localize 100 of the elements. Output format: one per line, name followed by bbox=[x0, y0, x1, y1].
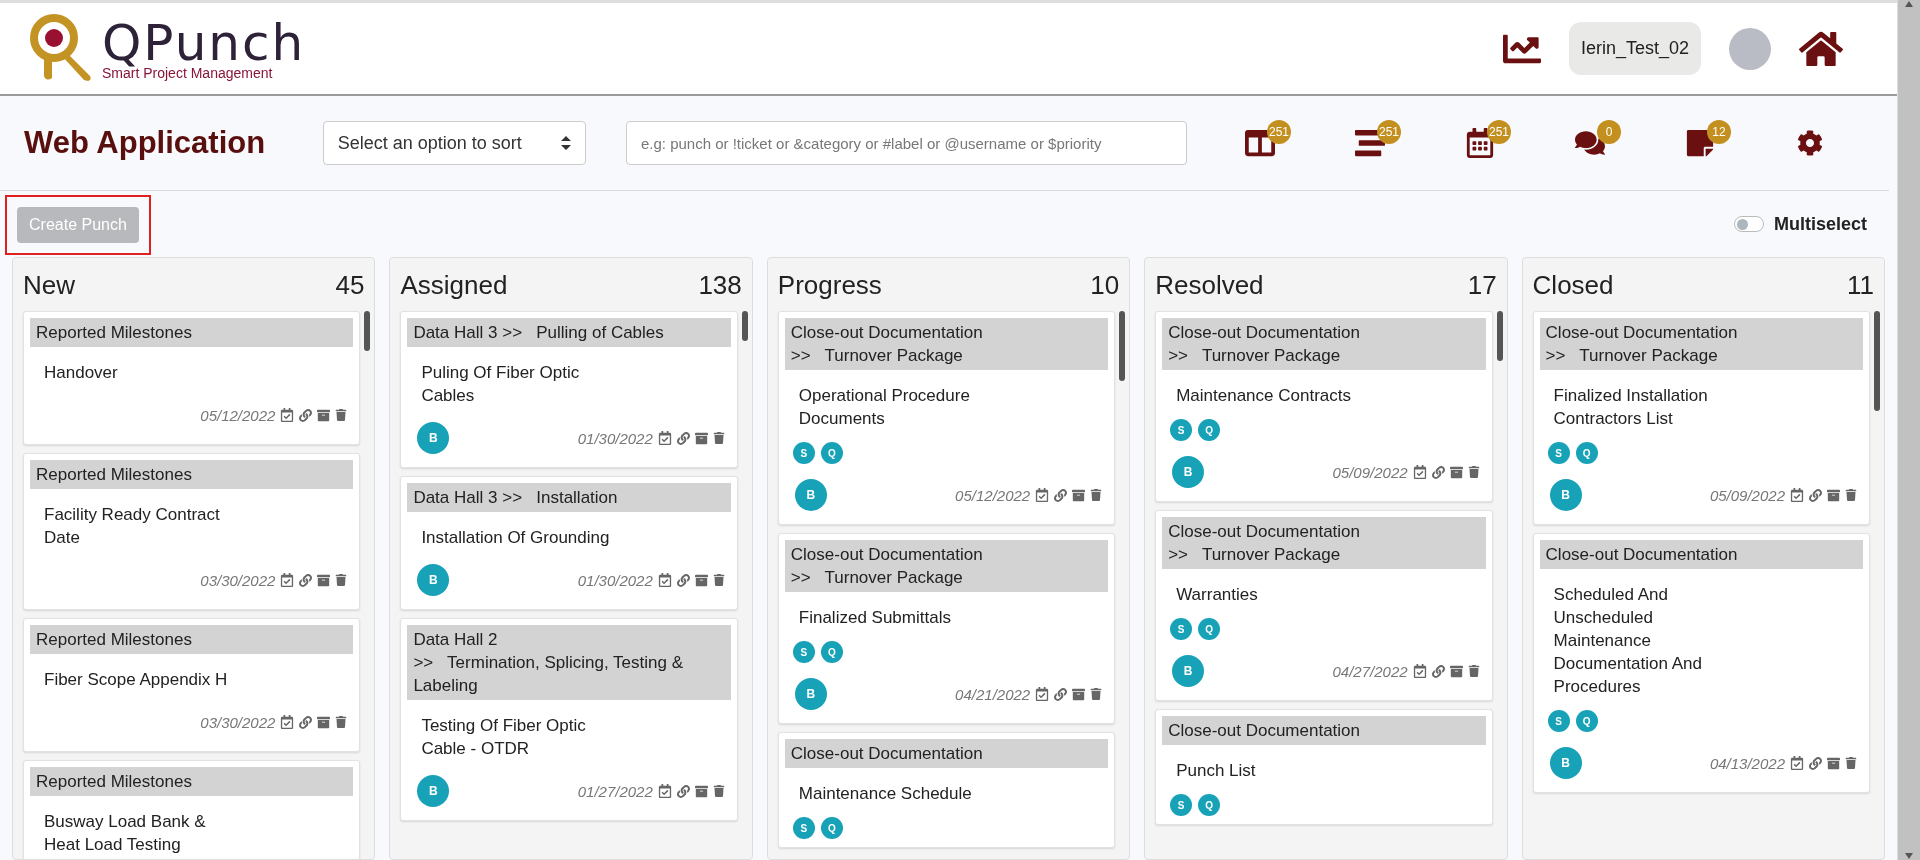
scrollbar-thumb[interactable] bbox=[1874, 311, 1880, 411]
link-icon[interactable] bbox=[1431, 465, 1445, 479]
link-icon[interactable] bbox=[676, 784, 690, 798]
link-icon[interactable] bbox=[299, 408, 313, 422]
link-icon[interactable] bbox=[1054, 488, 1068, 502]
punch-card[interactable]: Reported Milestones Handover 05/12/2022 bbox=[23, 311, 361, 445]
punch-card[interactable]: Data Hall 3 >> Pulling of Cables Puling Of Fiber Optic Cables B 01/30/2022 bbox=[400, 311, 738, 468]
link-icon[interactable] bbox=[299, 573, 313, 587]
assignee-avatar: B bbox=[794, 479, 827, 511]
punch-card[interactable]: Close-out Documentation >> Turnover Package Finalized Installation Contractors List S Q B 05/09/2022 bbox=[1532, 311, 1870, 525]
tag-avatar: Q bbox=[820, 442, 843, 464]
delete-icon[interactable] bbox=[1467, 665, 1480, 677]
multiselect-switch[interactable] bbox=[1733, 216, 1764, 232]
card-title: Busway Load Bank & Heat Load Testing bbox=[43, 811, 207, 856]
calendar-check-icon[interactable] bbox=[657, 573, 672, 587]
card-category: Close-out Documentation >> Turnover Package bbox=[784, 540, 1109, 592]
due-date: 01/30/2022 bbox=[577, 429, 653, 447]
assignee-avatar: B bbox=[1172, 655, 1205, 687]
archive-icon[interactable] bbox=[317, 715, 331, 729]
archive-icon[interactable] bbox=[694, 784, 708, 798]
delete-icon[interactable] bbox=[712, 785, 725, 797]
card-title: Fiber Scope Appendix H bbox=[43, 669, 229, 691]
archive-icon[interactable] bbox=[694, 573, 708, 587]
calendar-check-icon[interactable] bbox=[657, 431, 672, 445]
punch-card[interactable]: Close-out Documentation Scheduled And Unscheduled Maintenance Documentation And Procedures S Q B 04/13/2022 bbox=[1532, 533, 1870, 793]
punch-card[interactable]: Reported Milestones Busway Load Bank & Heat Load Testing bbox=[23, 760, 361, 859]
archive-icon[interactable] bbox=[317, 408, 331, 422]
delete-icon[interactable] bbox=[712, 574, 725, 586]
archive-icon[interactable] bbox=[1072, 488, 1086, 502]
archive-icon[interactable] bbox=[1827, 756, 1840, 770]
calendar-check-icon[interactable] bbox=[1412, 664, 1427, 678]
archive-icon[interactable] bbox=[1449, 664, 1463, 678]
tag-avatar: Q bbox=[1198, 419, 1221, 441]
calendar-check-icon[interactable] bbox=[280, 715, 295, 729]
link-icon[interactable] bbox=[1809, 488, 1822, 502]
scrollbar-thumb[interactable] bbox=[1119, 311, 1126, 381]
card-category: Reported Milestones bbox=[30, 767, 354, 796]
column-title: Resolved bbox=[1155, 270, 1264, 301]
archive-icon[interactable] bbox=[1072, 687, 1086, 701]
link-icon[interactable] bbox=[1809, 756, 1822, 770]
archive-icon[interactable] bbox=[1827, 488, 1840, 502]
calendar-check-icon[interactable] bbox=[280, 573, 295, 587]
punch-card[interactable]: Data Hall 3 >> Installation Installation Of Grounding B 01/30/2022 bbox=[400, 476, 738, 610]
username-chip[interactable]: Ierin_Test_02 bbox=[1568, 22, 1701, 75]
punch-card[interactable]: Data Hall 2 >> Termination, Splicing, Testing & Labeling Testing Of Fiber Optic Cable - OTDR B 01/27/2022 bbox=[400, 618, 738, 821]
delete-icon[interactable] bbox=[335, 716, 348, 728]
calendar-check-icon[interactable] bbox=[1412, 465, 1427, 479]
punch-card[interactable]: Reported Milestones Facility Ready Contract Date 03/30/2022 bbox=[23, 453, 361, 610]
archive-icon[interactable] bbox=[694, 431, 708, 445]
scrollbar-thumb[interactable] bbox=[1496, 311, 1503, 361]
card-title: Finalized Submittals bbox=[797, 607, 952, 629]
punch-card[interactable]: Close-out Documentation >> Turnover Package Operational Procedure Documents S Q B 05/12/2022 bbox=[777, 311, 1116, 525]
tag-avatar: S bbox=[1547, 710, 1570, 732]
calendar-check-icon[interactable] bbox=[280, 408, 295, 422]
tag-avatar: Q bbox=[1198, 794, 1221, 816]
punch-card[interactable]: Close-out Documentation >> Turnover Package Warranties S Q B 04/27/2022 bbox=[1155, 510, 1493, 701]
delete-icon[interactable] bbox=[335, 409, 348, 421]
page-scrollbar[interactable] bbox=[1897, 0, 1920, 860]
settings-icon bbox=[1797, 130, 1823, 156]
punch-card[interactable]: Close-out Documentation >> Turnover Package Finalized Submittals S Q B 04/21/2022 bbox=[777, 533, 1116, 724]
comments-icon bbox=[1575, 128, 1605, 158]
card-category: Close-out Documentation bbox=[1162, 716, 1486, 745]
tag-avatar: S bbox=[1170, 618, 1193, 640]
archive-icon[interactable] bbox=[317, 573, 331, 587]
card-title: Maintenance Contracts bbox=[1175, 385, 1352, 407]
search-field[interactable]: e.g: punch or !ticket or &category or #label or @username or $priority bbox=[625, 121, 1187, 165]
calendar-check-icon[interactable] bbox=[657, 784, 672, 798]
delete-icon[interactable] bbox=[1467, 466, 1480, 478]
delete-icon[interactable] bbox=[335, 574, 348, 586]
delete-icon[interactable] bbox=[1090, 688, 1103, 700]
link-icon[interactable] bbox=[1431, 664, 1445, 678]
calendar-check-icon[interactable] bbox=[1035, 488, 1050, 502]
assignee-avatar: B bbox=[1549, 479, 1582, 511]
assignee-avatar: B bbox=[417, 564, 450, 596]
punch-card[interactable]: Close-out Documentation >> Turnover Package Maintenance Contracts S Q B 05/09/2022 bbox=[1155, 311, 1493, 502]
link-icon[interactable] bbox=[676, 431, 690, 445]
punch-card[interactable]: Close-out Documentation Punch List S Q bbox=[1155, 709, 1493, 825]
tag-avatar: S bbox=[792, 442, 815, 464]
scroll-down-icon[interactable] bbox=[1904, 852, 1914, 860]
card-category: Close-out Documentation bbox=[784, 739, 1109, 768]
sort-select[interactable]: Select an option to sort bbox=[322, 121, 586, 165]
calendar-check-icon[interactable] bbox=[1790, 488, 1804, 502]
calendar-check-icon[interactable] bbox=[1035, 687, 1050, 701]
tag-avatar: Q bbox=[820, 641, 843, 663]
due-date: 04/27/2022 bbox=[1332, 662, 1408, 680]
scroll-up-icon[interactable] bbox=[1904, 0, 1914, 8]
link-icon[interactable] bbox=[676, 573, 690, 587]
delete-icon[interactable] bbox=[1845, 757, 1857, 769]
delete-icon[interactable] bbox=[712, 432, 725, 444]
delete-icon[interactable] bbox=[1845, 489, 1857, 501]
scrollbar-thumb[interactable] bbox=[364, 311, 371, 351]
calendar-check-icon[interactable] bbox=[1790, 756, 1804, 770]
scrollbar-thumb[interactable] bbox=[741, 311, 748, 341]
link-icon[interactable] bbox=[1054, 687, 1068, 701]
archive-icon[interactable] bbox=[1449, 465, 1463, 479]
column-title: New bbox=[23, 270, 75, 301]
delete-icon[interactable] bbox=[1090, 489, 1103, 501]
punch-card[interactable]: Reported Milestones Fiber Scope Appendix H 03/30/2022 bbox=[23, 618, 361, 752]
link-icon[interactable] bbox=[299, 715, 313, 729]
punch-card[interactable]: Close-out Documentation Maintenance Schedule S Q bbox=[777, 732, 1116, 848]
